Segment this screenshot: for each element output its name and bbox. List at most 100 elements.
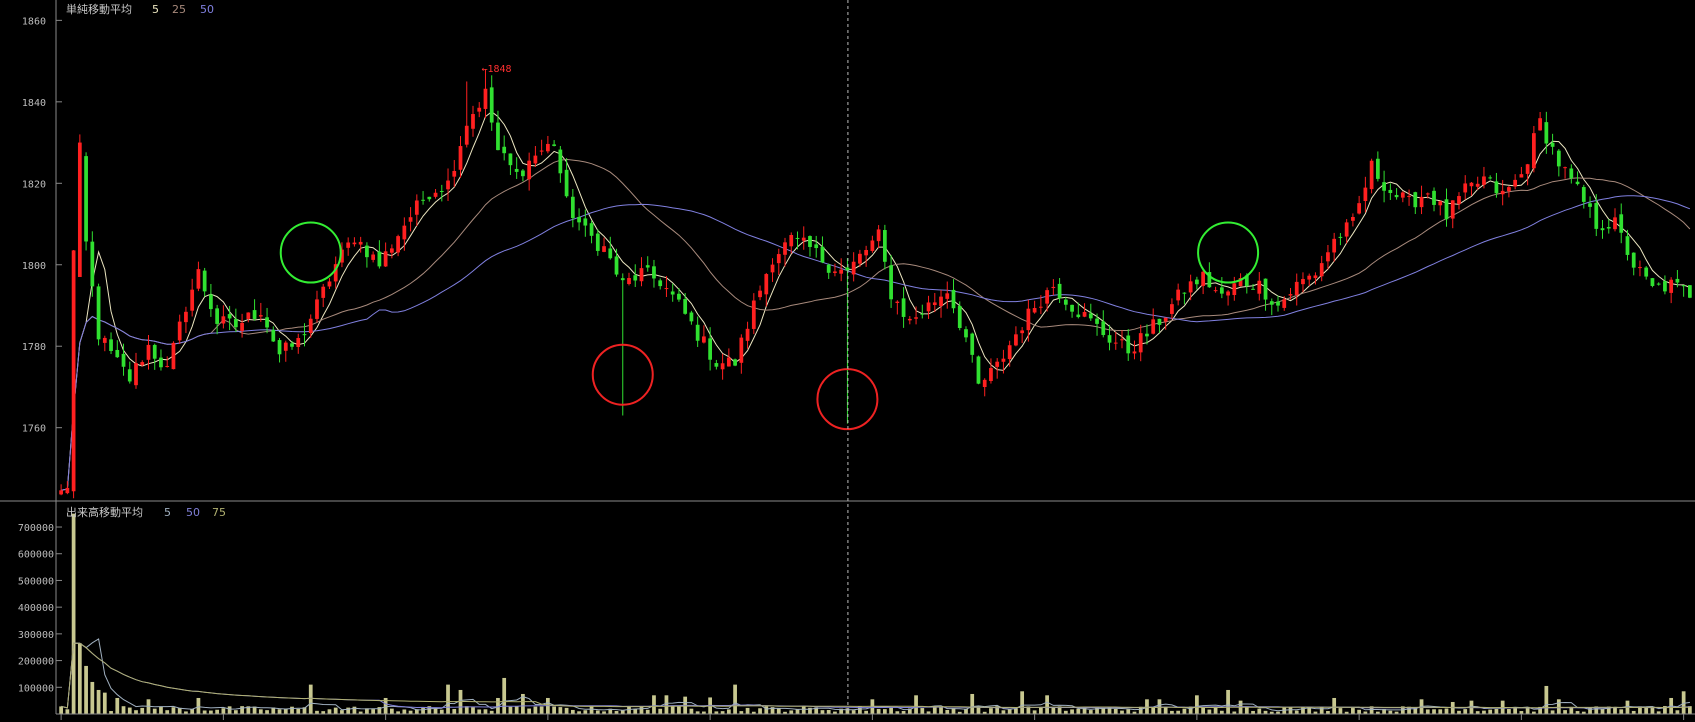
volume-bar xyxy=(1039,707,1043,714)
candle-body xyxy=(895,301,900,303)
candle-body xyxy=(1176,289,1181,301)
volume-bar xyxy=(1288,706,1293,714)
candle-body xyxy=(358,241,363,245)
candle-body xyxy=(283,342,288,351)
candle-body xyxy=(920,313,925,315)
candle-body xyxy=(995,361,1000,367)
candle-body xyxy=(383,251,388,267)
candle-body xyxy=(1088,313,1093,319)
volume-bar xyxy=(152,708,157,714)
volume-bar xyxy=(439,709,444,714)
candle-body xyxy=(159,357,163,368)
candle-body xyxy=(171,342,176,370)
candle-body xyxy=(1538,118,1542,131)
candle-body xyxy=(1594,202,1599,229)
candle-body xyxy=(1195,279,1199,285)
candle-body xyxy=(1213,290,1218,292)
candle-body xyxy=(1581,187,1586,202)
candle-body xyxy=(514,168,519,172)
candle-body xyxy=(1619,214,1624,233)
candle-body xyxy=(914,317,918,319)
candle-body xyxy=(1020,330,1025,334)
volume-tick-label: 400000 xyxy=(18,603,54,614)
volume-bar xyxy=(1357,709,1362,714)
volume-bar xyxy=(1338,708,1343,714)
candle-body xyxy=(202,270,207,292)
candle-body xyxy=(789,235,794,247)
candle-body xyxy=(1344,222,1349,237)
volume-bar xyxy=(477,709,482,714)
volume-bar xyxy=(589,706,594,714)
volume-bar xyxy=(1113,708,1118,714)
candle-body xyxy=(1294,281,1299,296)
candle-body xyxy=(408,217,413,222)
candle-body xyxy=(146,344,151,360)
volume-bar xyxy=(1513,708,1518,714)
volume-tick-label: 700000 xyxy=(18,523,54,534)
volume-bar xyxy=(1588,707,1592,714)
candle-body xyxy=(1394,194,1399,198)
candle-body xyxy=(302,334,307,336)
candle-body xyxy=(315,299,319,319)
volume-bar xyxy=(1494,709,1499,714)
candle-body xyxy=(1138,333,1143,353)
candle-body xyxy=(808,236,812,247)
candle-body xyxy=(246,312,251,319)
volume-bar xyxy=(539,706,544,714)
candle-body xyxy=(1650,278,1655,286)
candle-body xyxy=(783,242,787,255)
volume-bar xyxy=(932,706,937,714)
candle-body xyxy=(433,192,438,197)
candle-body xyxy=(496,122,500,151)
candle-body xyxy=(1307,275,1312,280)
candle-body xyxy=(446,180,450,190)
volume-bar xyxy=(215,709,220,714)
candle-body xyxy=(839,269,844,274)
candle-body xyxy=(1663,281,1667,292)
candle-body xyxy=(608,248,613,259)
volume-bar xyxy=(1482,710,1486,714)
volume-bar xyxy=(1070,709,1074,714)
candle-body xyxy=(1332,238,1337,253)
candle-body xyxy=(396,236,400,253)
volume-bar xyxy=(1351,708,1355,714)
candle-body xyxy=(1463,183,1468,193)
candle-body xyxy=(102,337,107,343)
candle-body xyxy=(521,170,525,177)
volume-bar xyxy=(689,708,694,714)
candle-body xyxy=(452,170,457,177)
candle-body xyxy=(221,316,226,324)
candle-body xyxy=(702,336,706,343)
volume-bar xyxy=(115,697,120,714)
volume-bar xyxy=(1020,691,1025,714)
candle-body xyxy=(1107,335,1112,343)
volume-bar xyxy=(1563,710,1567,714)
candle-body xyxy=(1007,345,1012,360)
volume-bar xyxy=(989,708,993,714)
volume-bar xyxy=(677,706,681,714)
candle-body xyxy=(1363,187,1368,202)
candle-body xyxy=(1688,285,1692,298)
candle-body xyxy=(1444,199,1449,220)
candle-body xyxy=(1488,177,1493,179)
candle-body xyxy=(464,125,469,145)
candle-body xyxy=(801,237,806,241)
candle-body xyxy=(1432,190,1436,205)
chart-canvas[interactable]: 176017801800182018401860 単純移動平均 5 25 50 … xyxy=(0,0,1695,722)
candle-body xyxy=(296,338,301,347)
candle-body xyxy=(265,317,269,328)
candle-body xyxy=(589,223,594,236)
volume-bar xyxy=(1207,709,1212,714)
candle-body xyxy=(570,196,575,219)
candle-body xyxy=(427,196,432,200)
volume-bar xyxy=(59,706,63,714)
candle-body xyxy=(858,253,862,264)
candle-body xyxy=(1157,318,1162,325)
volume-bar xyxy=(595,710,600,714)
candle-body xyxy=(970,333,975,355)
volume-bar xyxy=(1544,685,1549,714)
candle-body xyxy=(1407,195,1411,197)
volume-bar xyxy=(371,709,376,714)
candle-body xyxy=(882,230,887,262)
candle-body xyxy=(1014,334,1018,346)
